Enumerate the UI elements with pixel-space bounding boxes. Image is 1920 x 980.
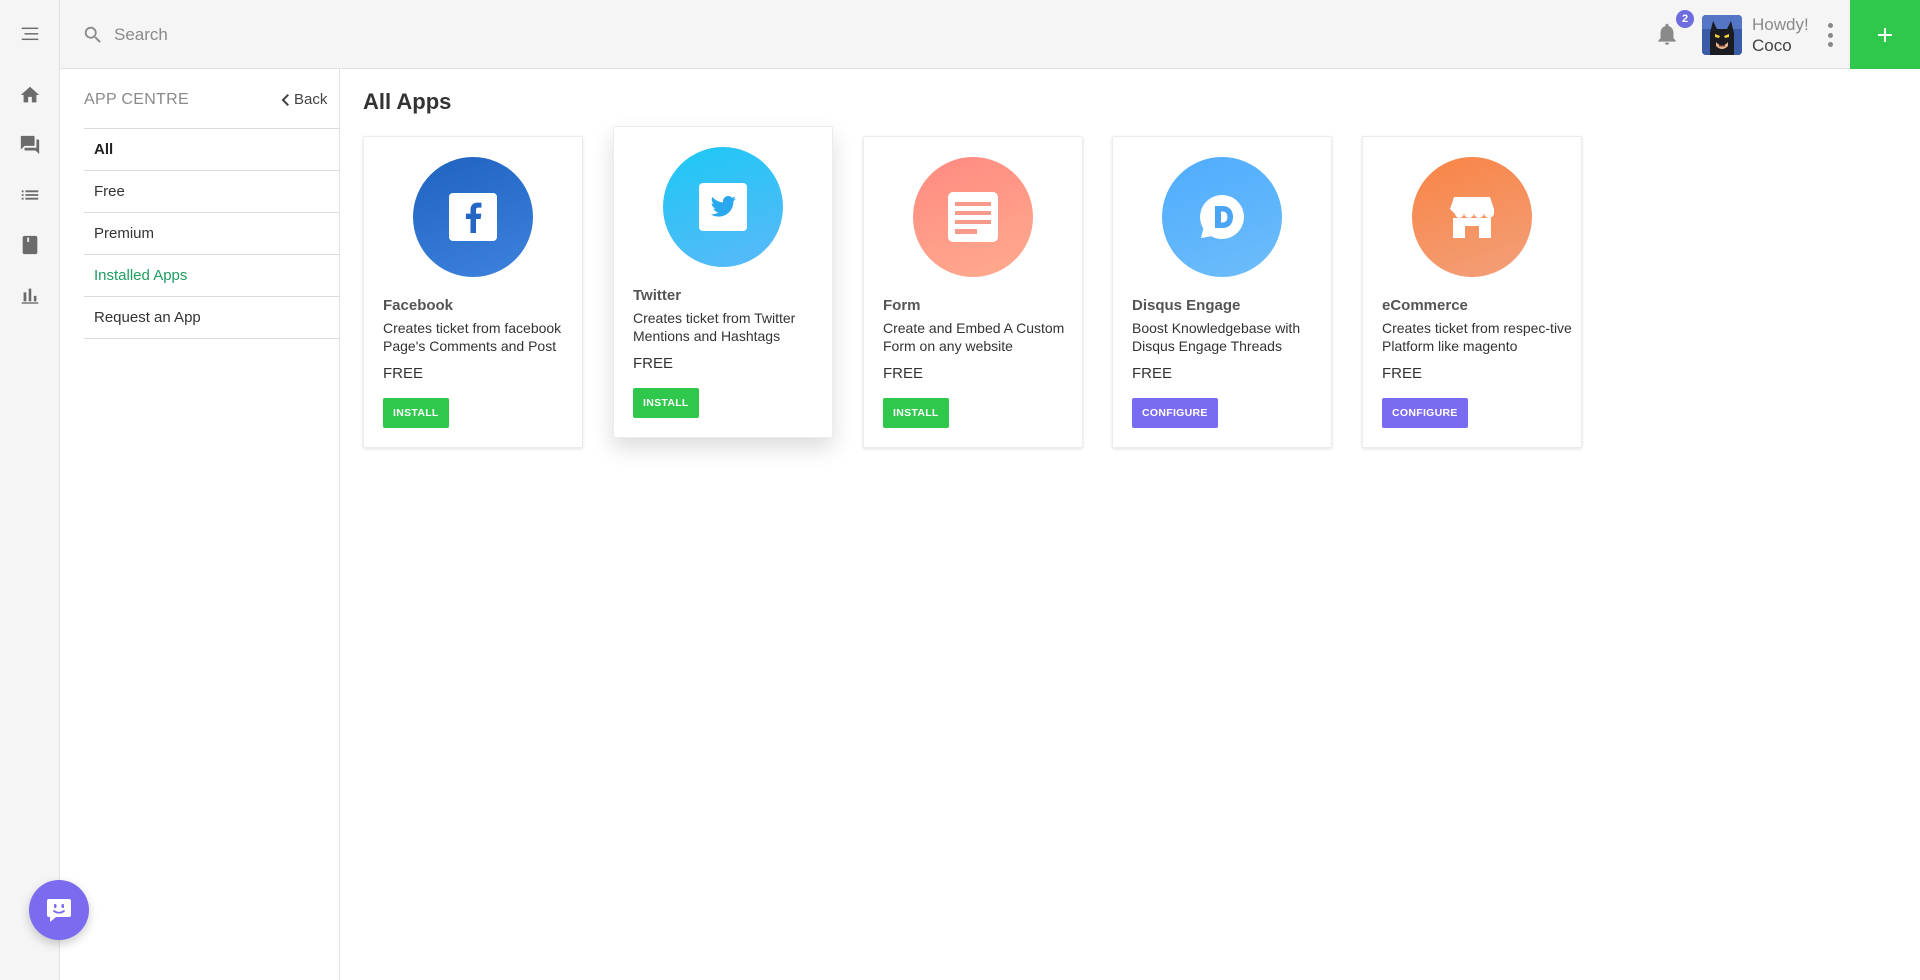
app-price: FREE	[883, 365, 924, 382]
sidebar-item-installed-apps[interactable]: Installed Apps	[84, 255, 340, 297]
install-button[interactable]: INSTALL	[383, 398, 449, 428]
app-card-disqus-engage[interactable]: Disqus Engage Boost Knowledgebase with D…	[1112, 136, 1332, 448]
app-price: FREE	[383, 365, 424, 382]
app-card-twitter[interactable]: Twitter Creates ticket from Twitter Ment…	[613, 126, 833, 438]
app-name: Disqus Engage	[1132, 297, 1241, 314]
install-button[interactable]: INSTALL	[633, 388, 699, 418]
app-description: Creates ticket from Twitter Mentions and…	[633, 310, 796, 344]
notification-badge: 2	[1676, 10, 1694, 28]
icon-rail	[0, 0, 60, 980]
configure-button[interactable]: CONFIGURE	[1132, 398, 1218, 428]
chat-widget-button[interactable]	[29, 880, 89, 940]
sidebar-item-request-app[interactable]: Request an App	[84, 297, 340, 339]
app-card-facebook[interactable]: Facebook Creates ticket from facebook Pa…	[363, 136, 583, 448]
reports-icon[interactable]	[18, 283, 42, 307]
sidebar-item-premium[interactable]: Premium	[84, 213, 340, 255]
app-description: Creates ticket from respec-tive Platform…	[1382, 320, 1572, 354]
app-description: Create and Embed A Custom Form on any we…	[883, 320, 1065, 354]
search-input[interactable]	[114, 18, 814, 52]
greeting-text: Howdy!	[1752, 15, 1809, 34]
sidebar-item-free[interactable]: Free	[84, 171, 340, 213]
configure-button[interactable]: CONFIGURE	[1382, 398, 1468, 428]
tickets-icon[interactable]	[18, 133, 42, 157]
facebook-icon	[413, 157, 533, 277]
add-new-button[interactable]	[1850, 0, 1920, 69]
search-icon	[82, 24, 104, 46]
more-options-icon[interactable]	[1822, 20, 1838, 50]
app-name: Facebook	[383, 297, 454, 314]
back-label: Back	[294, 91, 328, 108]
store-icon	[1412, 157, 1532, 277]
app-card-ecommerce[interactable]: eCommerce Creates ticket from respec-tiv…	[1362, 136, 1582, 448]
app-centre-sidebar: APP CENTRE Back All Free Premium Install…	[60, 69, 340, 980]
list-icon[interactable]	[18, 183, 42, 207]
app-card-form[interactable]: Form Create and Embed A Custom Form on a…	[863, 136, 1083, 448]
sidebar-title: APP CENTRE	[84, 91, 189, 108]
app-price: FREE	[1382, 365, 1423, 382]
app-name: eCommerce	[1382, 297, 1468, 314]
twitter-icon	[663, 147, 783, 267]
app-name: Form	[883, 297, 921, 314]
form-icon	[913, 157, 1033, 277]
back-link[interactable]: Back	[280, 91, 327, 108]
chatbot-icon	[47, 899, 71, 922]
knowledgebase-icon[interactable]	[18, 233, 42, 257]
chevron-left-icon	[281, 93, 289, 106]
app-price: FREE	[633, 355, 674, 372]
menu-icon[interactable]	[18, 22, 42, 46]
install-button[interactable]: INSTALL	[883, 398, 949, 428]
sidebar-menu: All Free Premium Installed Apps Request …	[84, 128, 340, 339]
username-text: Coco	[1752, 36, 1792, 55]
plus-icon	[1878, 27, 1892, 42]
app-name: Twitter	[633, 287, 682, 304]
notification-bell-icon[interactable]	[1654, 21, 1680, 47]
app-description: Creates ticket from facebook Page's Comm…	[383, 320, 562, 354]
avatar[interactable]	[1702, 15, 1742, 55]
app-description: Boost Knowledgebase with Disqus Engage T…	[1132, 320, 1301, 354]
sidebar-item-all[interactable]: All	[84, 129, 340, 171]
page-title: All Apps	[363, 89, 452, 114]
top-bar: 2 Howdy! Coco	[60, 0, 1920, 69]
disqus-icon	[1162, 157, 1282, 277]
home-icon[interactable]	[18, 83, 42, 107]
app-price: FREE	[1132, 365, 1173, 382]
